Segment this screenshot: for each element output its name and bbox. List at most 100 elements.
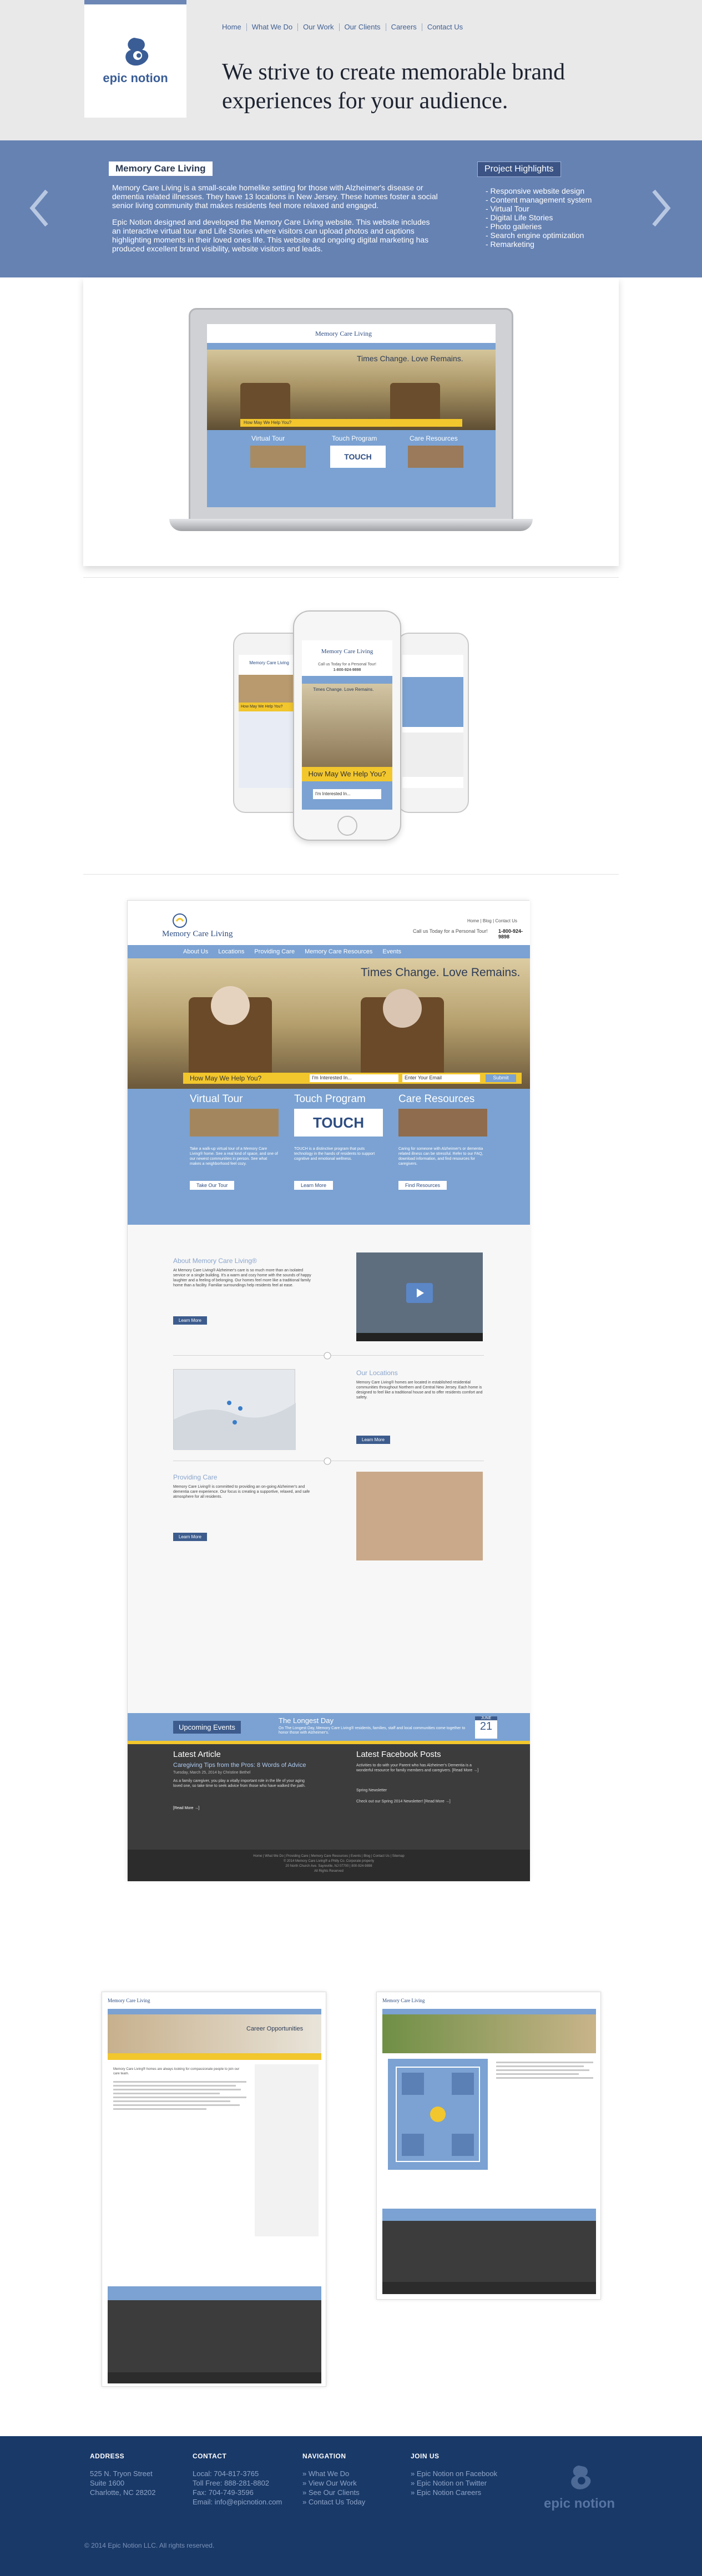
about-learn-more-button[interactable]: Learn More [173,1316,207,1325]
facebook-post[interactable]: Activities to do with your Parent who ha… [356,1763,484,1773]
phone-home-button [337,816,357,836]
footer-join: JOIN US » Epic Notion on Facebook » Epic… [411,2452,497,2497]
text-line [113,2104,240,2106]
careers-hero: Career Opportunities [108,2014,321,2053]
footer-nav-link[interactable]: » Contact Us Today [302,2497,365,2507]
article-title[interactable]: Caregiving Tips from the Pros: 8 Words o… [173,1762,306,1769]
text-line [496,2077,593,2079]
events-label: Upcoming Events [173,1721,241,1734]
mcl-footer-links[interactable]: Home | What We Do | Providing Care | Mem… [128,1854,530,1859]
previous-project-arrow-icon[interactable] [29,189,51,228]
tour-footer [382,2282,596,2294]
careers-heading: Career Opportunities [246,2026,304,2032]
locations-learn-more-button[interactable]: Learn More [356,1436,390,1444]
footer-social-link[interactable]: » Epic Notion on Facebook [411,2469,497,2478]
facebook-post[interactable]: Spring Newsletter [356,1789,387,1792]
mcl-submit-button[interactable]: Submit [486,1074,516,1082]
careers-help-bar [108,2053,321,2060]
mcl-nav-locations[interactable]: Locations [218,948,244,955]
nav-careers[interactable]: Careers [385,23,422,31]
mcl-footer-rights: All Rights Reserved [314,1870,344,1873]
find-resources-button[interactable]: Find Resources [398,1181,447,1190]
careers-sidebar [255,2064,319,2236]
mcl-nav-about[interactable]: About Us [183,948,208,955]
about-heading: About Memory Care Living® [173,1257,257,1265]
phone-center-form: I'm Interested In... [302,781,392,810]
nav-our-work[interactable]: Our Work [297,23,339,31]
video-play-icon[interactable] [406,1283,433,1303]
footer-social-link[interactable]: » Epic Notion on Twitter [411,2478,497,2488]
mcl-email-input[interactable]: Enter Your Email [402,1074,480,1082]
event-date-badge: JUNE 21 [475,1716,497,1739]
mcl-features: Virtual Tour Take a walk-up virtual tour… [128,1089,530,1225]
about-video[interactable] [356,1252,483,1341]
footer-social-link[interactable]: » Epic Notion Careers [411,2488,497,2497]
project-highlights-title: Project Highlights [477,161,561,177]
address-line: Charlotte, NC 28202 [90,2488,156,2497]
screen-features: Virtual Tour Touch Program Care Resource… [207,430,496,507]
footer-logo[interactable]: epic notion [539,2462,623,2514]
footer-navigation: NAVIGATION » What We Do » View Our Work … [302,2452,365,2507]
screen-help-bar: How May We Help You? [240,419,462,427]
laptop-screen: Memory Care Living Times Change. Love Re… [207,324,496,507]
epic-notion-logo[interactable]: epic notion [84,0,186,118]
take-tour-button[interactable]: Take Our Tour [190,1181,235,1190]
article-read-more-link[interactable]: [Read More →] [173,1806,199,1810]
text-line [113,2100,231,2102]
mcl-utility-links[interactable]: Home | Blog | Contact Us [467,918,517,923]
divider-ornament-icon [324,1352,331,1360]
phone-right [397,633,469,813]
tour-floorplan[interactable] [388,2059,488,2170]
virtual-tour-page-mockup: Memory Care Living [376,1992,601,2300]
care-text: Memory Care Living® is committed to prov… [173,1485,310,1499]
article-text: As a family caregiver, you play a vitall… [173,1779,306,1788]
careers-text: Memory Care Living® homes are always loo… [113,2068,240,2075]
mcl-content: About Memory Care Living® At Memory Care… [128,1225,530,1713]
map-icon [174,1401,296,1450]
screen-header: Memory Care Living [207,324,496,343]
mcl-nav-resources[interactable]: Memory Care Resources [305,948,372,955]
logo-accent-bar [84,0,186,4]
facebook-post[interactable]: Check out our Spring 2014 Newsletter! [R… [356,1800,451,1804]
mcl-nav-providing-care[interactable]: Providing Care [254,948,295,955]
contact-email[interactable]: Email: info@epicnotion.com [193,2497,282,2507]
phone-center-nav [302,676,392,684]
mcl-interest-select[interactable]: I'm Interested In... [310,1074,398,1082]
care-learn-more-button[interactable]: Learn More [173,1533,207,1541]
mcl-footer-address: 20 North Church Ave. Sayreville, NJ 0770… [285,1865,372,1868]
contact-line: Local: 704-817-3765 [193,2469,259,2478]
mcl-call-text: Call us Today for a Personal Tour! [413,928,488,934]
nav-our-clients[interactable]: Our Clients [339,23,386,31]
mcl-nav-events[interactable]: Events [382,948,401,955]
footer-nav-link[interactable]: » View Our Work [302,2478,365,2488]
screen-feature-title: Touch Program [332,435,377,442]
footer-nav-link[interactable]: » What We Do [302,2469,365,2478]
footer-address: ADDRESS 525 N. Tryon Street Suite 1600 C… [90,2452,156,2497]
mcl-brand[interactable]: Memory Care Living [162,930,233,939]
footer-nav-link[interactable]: » See Our Clients [302,2488,365,2497]
video-controls[interactable] [356,1333,483,1341]
event-month: JUNE [475,1716,497,1720]
text-line [496,2069,589,2071]
epic-notion-emblem-icon [125,38,149,66]
care-photo [356,1472,483,1560]
locations-map[interactable] [173,1369,296,1450]
footer-contact: CONTACT Local: 704-817-3765 Toll Free: 8… [193,2452,282,2507]
highlight-item: - Photo galleries [486,222,542,231]
phone-center-select[interactable]: I'm Interested In... [313,789,381,799]
project-description: Memory Care Living is a small-scale home… [112,183,440,261]
phone-center-brand: Memory Care Living [321,648,373,655]
touch-learn-more-button[interactable]: Learn More [294,1181,334,1190]
phone-center-help-label: How May We Help You? [302,767,392,781]
feature-image [398,1109,487,1137]
event-title[interactable]: The Longest Day [279,1716,334,1725]
next-project-arrow-icon[interactable] [649,189,671,228]
phone-right-screen [402,655,463,788]
nav-what-we-do[interactable]: What We Do [246,23,297,31]
nav-contact-us[interactable]: Contact Us [421,23,468,31]
nav-home[interactable]: Home [222,23,246,31]
mcl-logo-icon [173,913,187,928]
footer-logo-text: epic notion [544,2496,615,2511]
careers-news [108,2300,321,2372]
feature-title: Care Resources [398,1093,475,1105]
